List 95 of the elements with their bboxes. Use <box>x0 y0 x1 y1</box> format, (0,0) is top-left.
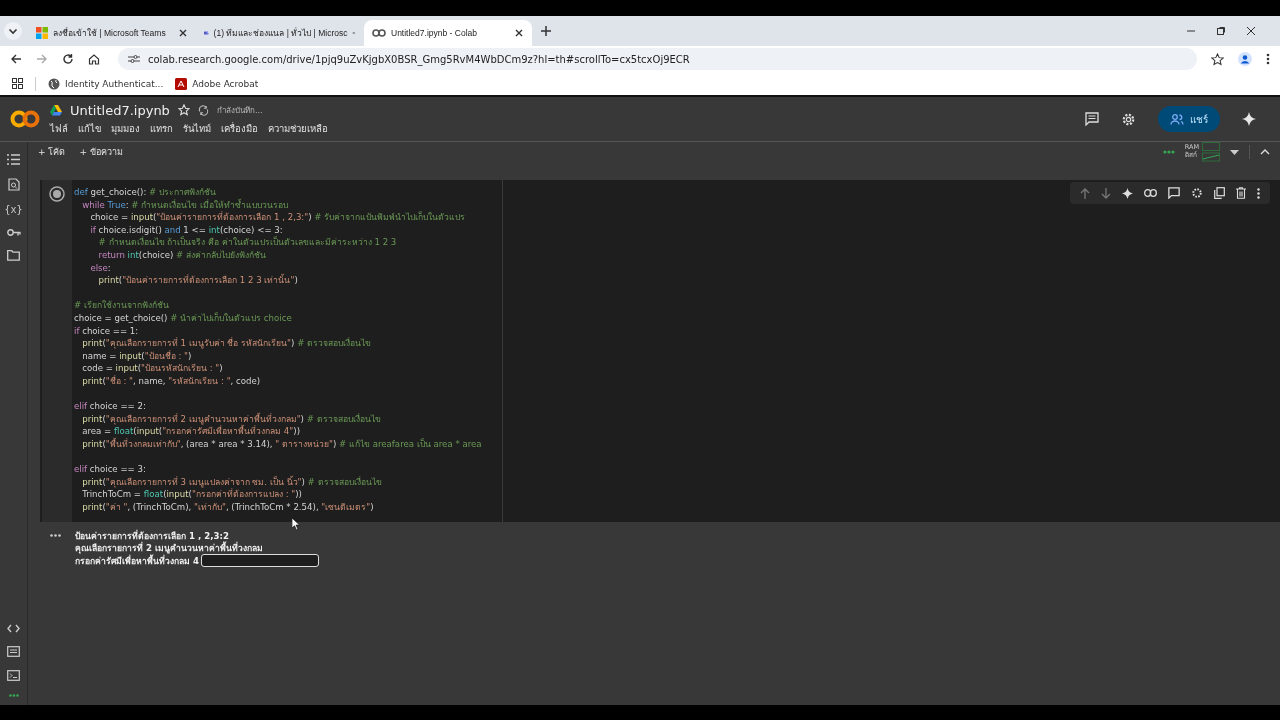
browser-tab[interactable]: (1) ทีมและช่องแนล | ทั่วไป | Microsc <box>196 20 364 46</box>
code-line: TrinchToCm = float(input("กรอกค่าที่ต้องการแปลง : ")) <box>81 488 303 501</box>
mouse-pointer-icon <box>292 518 300 530</box>
code-line: print("ชื่อ : ", name, "รหัสนักเรียน : ", code) <box>81 374 262 388</box>
code-line: while True: # กำหนดเงื่อนไข เมื่อให้ทำซ้ำแบบวนรอบ <box>81 198 290 211</box>
collapse-icon[interactable] <box>1260 149 1270 155</box>
run-button-icon[interactable] <box>49 186 65 202</box>
colab-logo-icon <box>372 28 386 38</box>
close-window-icon[interactable] <box>1246 26 1256 36</box>
code-line: elif choice == 2: <box>74 400 147 413</box>
connected-dots-icon <box>1162 150 1175 154</box>
input-field[interactable] <box>201 554 319 567</box>
key-icon[interactable] <box>6 228 21 237</box>
site-settings-icon <box>128 54 140 64</box>
code-line: code = input("ป้อนรหัสนักเรียน : ") <box>81 362 224 375</box>
apps-grid-icon[interactable] <box>12 78 23 89</box>
code-line: return int(choice) # ส่งค่ากลับไปยังฟังก์ชัน <box>97 248 268 262</box>
sync-icon <box>197 104 209 116</box>
output-line: คุณเลือกรายการที่ 2 เมนูคำนวนหาค่าพื้นที่วงกลม <box>75 542 264 554</box>
status-dots-icon <box>8 694 19 697</box>
code-line: print("คุณเลือกรายการที่ 3 เมนูแปลงค่าจาก ซม. เป็น นิ้ว") # ตรวจสอบเงื่อนไข <box>81 475 383 488</box>
command-palette-icon[interactable] <box>7 646 20 657</box>
settings-icon[interactable] <box>1121 111 1136 127</box>
code-line: print("พื้นที่วงกลมเท่ากับ", (area * area * 3.14), " ตารางหน่วย") # แก้ไข areafarea เป็น area * area <box>81 437 483 451</box>
browser-tab[interactable]: Untitled7.ipynb - Colab <box>364 20 532 46</box>
dropdown-caret-icon[interactable] <box>1230 149 1239 155</box>
variables-icon[interactable]: {x} <box>4 204 23 215</box>
more-icon[interactable] <box>1257 187 1260 199</box>
menu-item[interactable]: รันไทม์ <box>183 120 211 136</box>
reload-icon[interactable] <box>62 53 74 65</box>
add-cell-button[interactable]: + ข้อความ <box>77 145 125 159</box>
star-icon[interactable] <box>1211 52 1224 66</box>
profile-icon[interactable] <box>1238 52 1252 66</box>
code-line: print("ค่า ", (TrinchToCm), "เท่ากับ", (TrinchToCm * 2.54), "เซนติเมตร") <box>81 500 375 514</box>
input-prompt: กรอกค่ารัศมีเพื่อหาพื้นที่วงกลม 4 <box>75 554 199 567</box>
windows-logo-icon <box>36 27 48 39</box>
tab-list-icon[interactable] <box>4 22 22 40</box>
bookmark[interactable]: Identity Authenticat... <box>48 77 164 90</box>
comment-icon[interactable] <box>1168 187 1180 199</box>
code-line: choice = get_choice() # นำค่าไปเก็บในตัวแปร choice <box>74 311 293 325</box>
menu-item[interactable]: ความช่วยเหลือ <box>268 120 328 136</box>
tab-title: ลงชื่อเข้าใช้ | Microsoft Teams <box>53 26 167 40</box>
link-icon[interactable] <box>1144 189 1157 197</box>
code-line: # กำหนดเงื่อนไข ถ้าเป็นจริง คือ ค่าในตัวแปรเป็นตัวเลขและมีค่าระหว่าง 1 2 3 <box>97 236 398 249</box>
move-down-icon[interactable] <box>1101 187 1111 199</box>
output-line: ป้อนค่ารายการที่ต้องการเลือก 1 , 2,3:2 <box>75 530 229 542</box>
move-up-icon[interactable] <box>1080 187 1090 199</box>
table-of-contents-icon[interactable] <box>7 154 20 165</box>
code-cell[interactable] <box>40 180 1280 522</box>
restore-icon[interactable] <box>1216 26 1226 36</box>
new-tab-icon[interactable] <box>540 25 552 37</box>
bookmark[interactable]: Adobe Acrobat <box>175 77 259 90</box>
menu-item[interactable]: แก้ไข <box>78 120 101 136</box>
code-line: name = input("ป้อนชื่อ : ") <box>81 349 193 363</box>
code-line: area = float(input("กรอกค่ารัศมีเพื่อหาพื้นที่วงกลม 4")) <box>81 425 300 438</box>
menu-item[interactable]: ไฟล์ <box>50 120 68 136</box>
comment-icon[interactable] <box>1085 112 1099 126</box>
code-snippets-icon[interactable] <box>7 624 20 633</box>
mirror-cell-icon[interactable] <box>1214 187 1225 199</box>
share-button[interactable]: แชร์ <box>1158 106 1220 132</box>
globe-icon <box>48 77 60 90</box>
drive-icon[interactable] <box>50 104 62 116</box>
notebook-title[interactable]: Untitled7.ipynb <box>70 102 170 118</box>
address-bar[interactable]: colab.research.google.com/drive/1pjq9uZvKjgbX0BSR_Gmg5RvM4WbDCm9z?hl=th#scrollTo=cx5tcxOj9ECR <box>118 48 1197 70</box>
code-line: def get_choice(): # ประกาศฟังก์ชัน <box>74 186 218 199</box>
colab-logo-icon[interactable] <box>10 110 40 128</box>
folder-icon[interactable] <box>7 250 20 261</box>
find-icon[interactable] <box>7 178 20 191</box>
settings-icon[interactable] <box>1191 187 1203 199</box>
code-line: elif choice == 3: <box>74 463 147 476</box>
pdf-icon <box>175 77 188 90</box>
sparkle-icon[interactable] <box>1242 112 1256 126</box>
menu-item[interactable]: มุมมอง <box>111 120 140 136</box>
home-icon[interactable] <box>88 53 100 65</box>
code-line: # เรียกใช้งานจากฟังก์ชัน <box>74 299 170 312</box>
save-status: กำลังบันทึก... <box>216 104 263 117</box>
tab-title: (1) ทีมและช่องแนล | ทั่วไป | Microsc <box>213 26 348 40</box>
sparkle-icon[interactable] <box>1122 187 1133 199</box>
code-line: print("คุณเลือกรายการที่ 2 เมนูคำนวนหาค่าพื้นที่วงกลม") # ตรวจสอบเงื่อนไข <box>81 412 382 425</box>
add-cell-button[interactable]: + โค้ด <box>36 145 68 159</box>
code-line: choice = input("ป้อนค่ารายการที่ต้องการเลือก 1 , 2,3:") # รับค่าจากแป้นพิมพ์นำไปเก็บในตัวแปร <box>89 211 467 224</box>
code-line: if choice == 1: <box>74 324 140 337</box>
back-icon[interactable] <box>10 53 22 65</box>
output-menu-icon[interactable] <box>50 534 61 537</box>
menu-item[interactable]: เครื่องมือ <box>221 120 258 136</box>
code-line: else: <box>89 261 112 275</box>
code-line: if choice.isdigit() and 1 <= int(choice) <= 3: <box>89 223 284 236</box>
browser-tab[interactable]: ลงชื่อเข้าใช้ | Microsoft Teams <box>28 20 196 46</box>
tab-title: Untitled7.ipynb - Colab <box>391 28 478 38</box>
terminal-icon[interactable] <box>7 670 20 681</box>
code-line: print("ป้อนค่ารายการที่ต้องการเลือก 1 2 3 เท่านั้น") <box>97 274 299 287</box>
delete-icon[interactable] <box>1236 187 1246 199</box>
menu-item[interactable]: แทรก <box>150 120 173 136</box>
menu-icon[interactable] <box>1266 53 1270 65</box>
code-line: print("คุณเลือกรายการที่ 1 เมนูรับค่า ชื่อ รหัสนักเรียน") # ตรวจสอบเงื่อนไข <box>81 337 373 350</box>
